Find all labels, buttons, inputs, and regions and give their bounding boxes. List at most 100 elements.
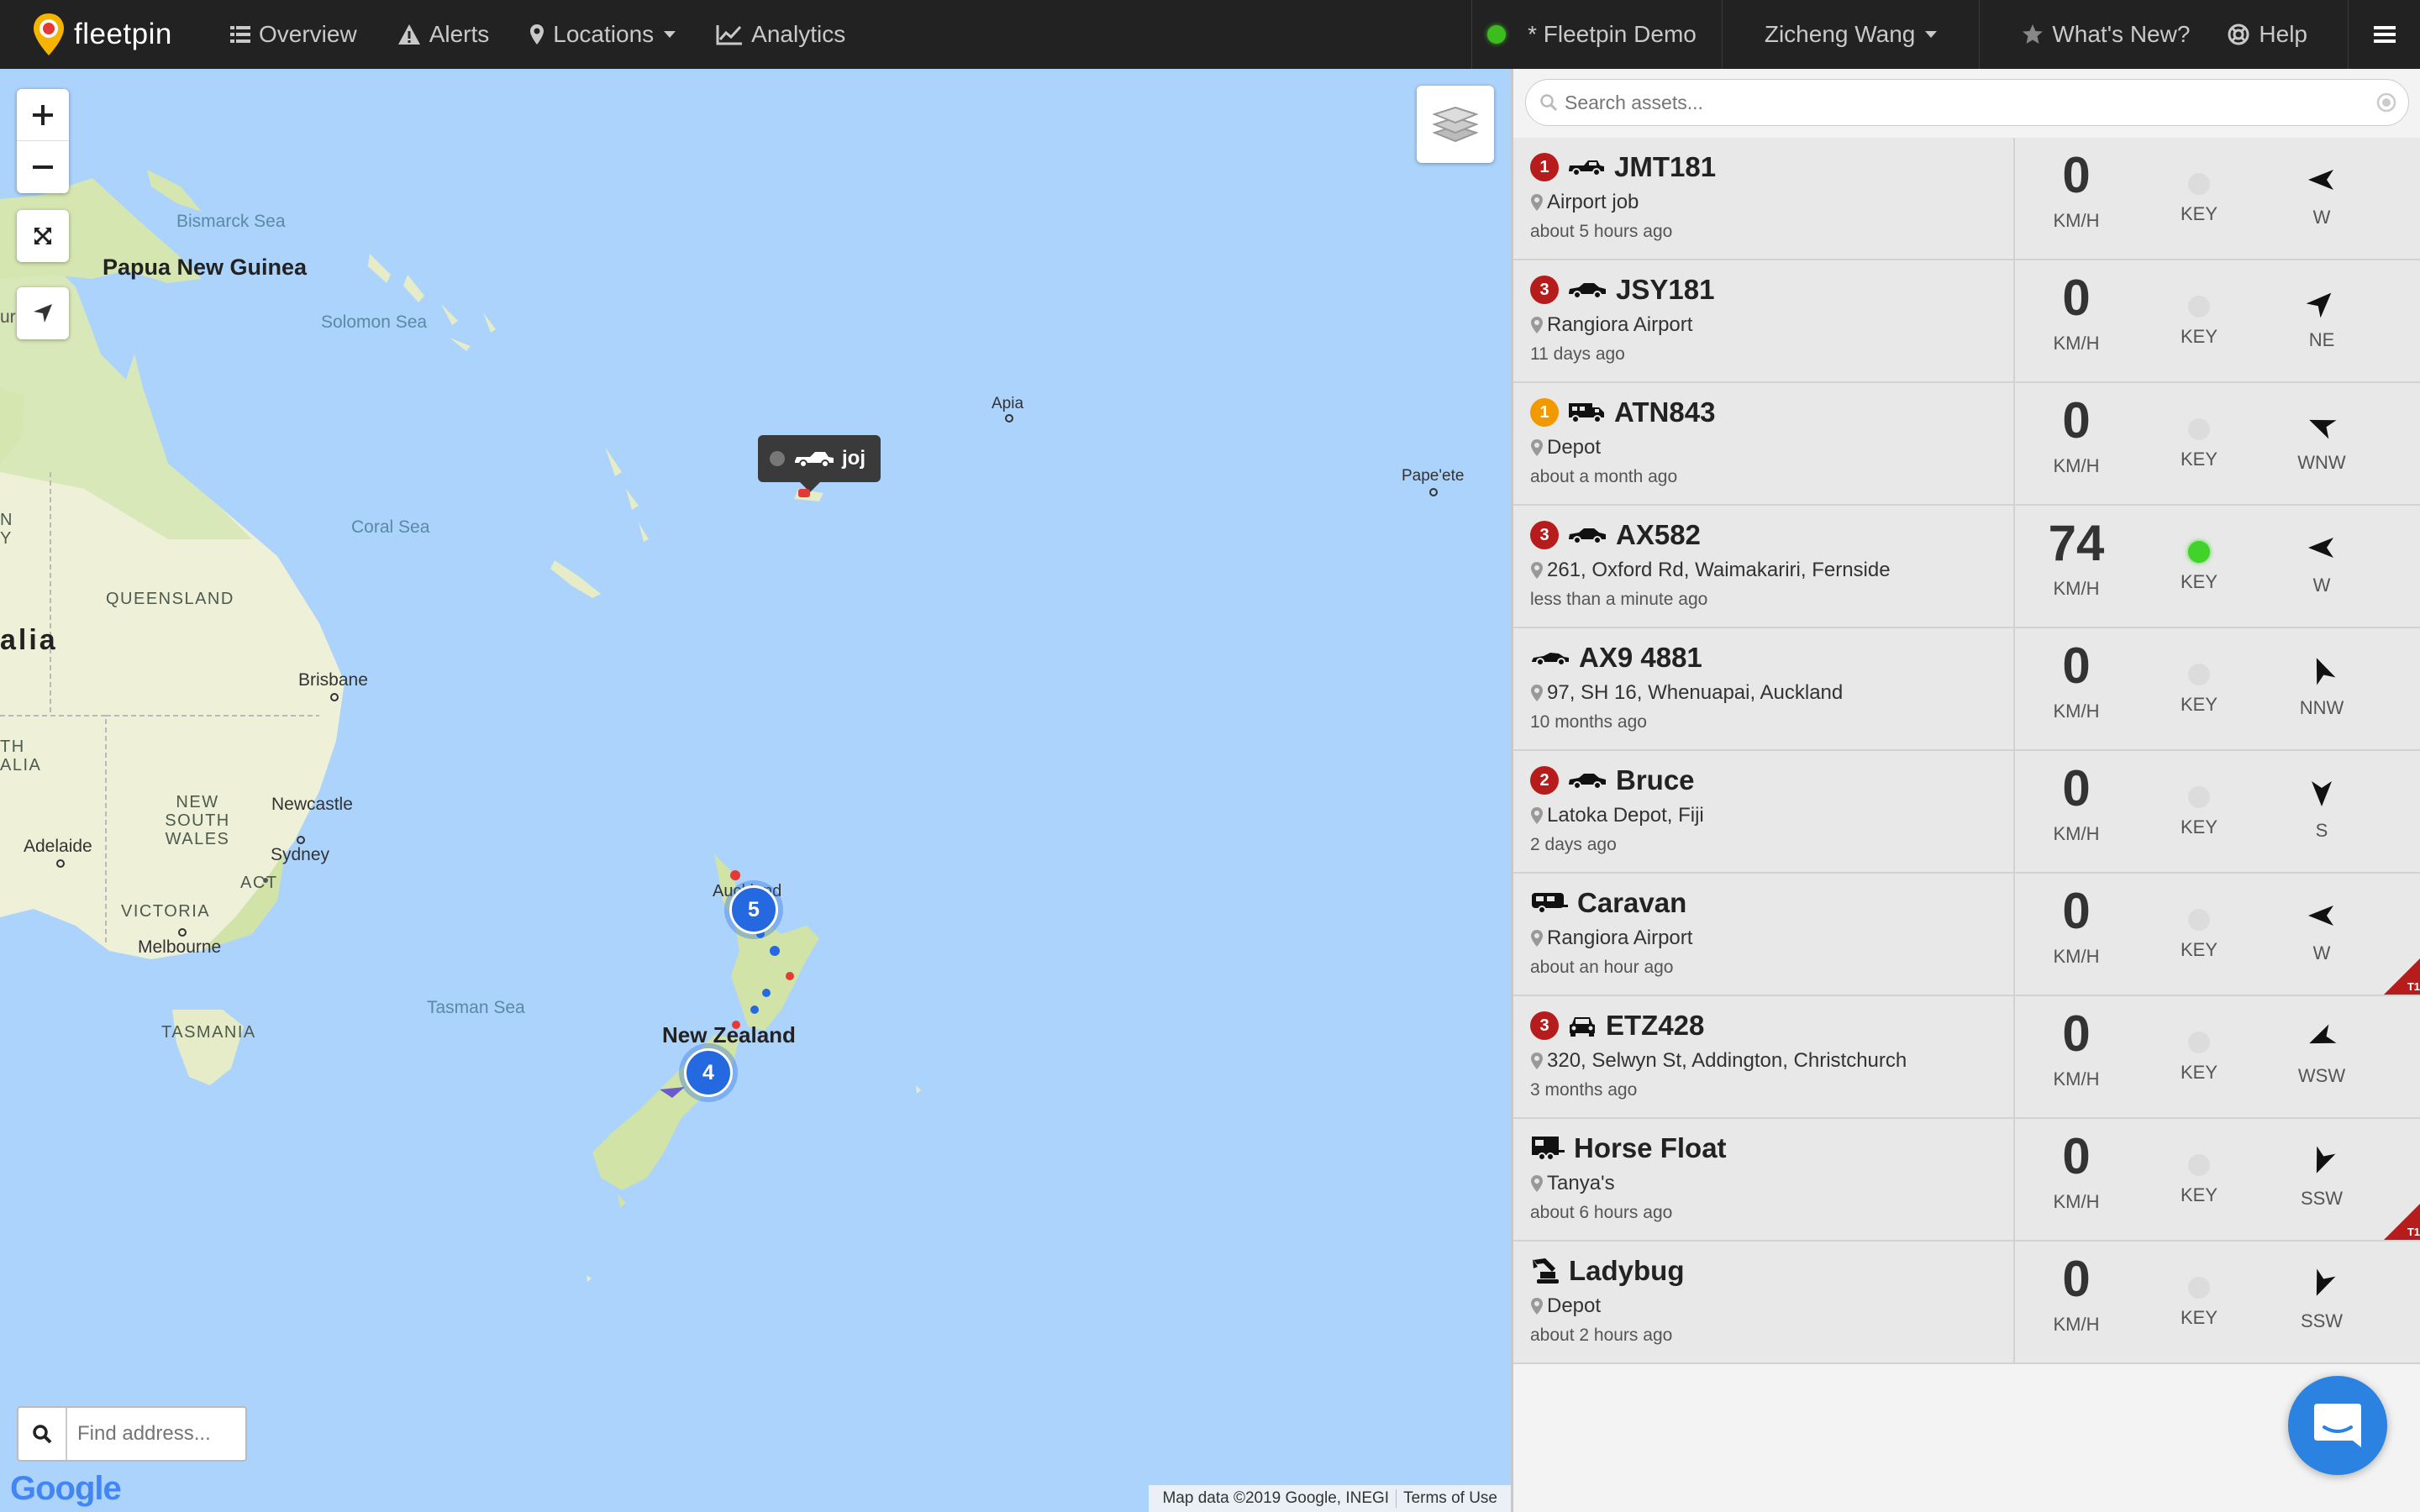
asset-cluster-marker[interactable]: 4 [684,1048,733,1097]
fullscreen-button[interactable] [17,210,69,262]
asset-title: 3 ETZ428 [1530,1008,2013,1043]
asset-name: Caravan [1577,887,1687,918]
hamburger-menu-button[interactable] [2348,0,2420,69]
user-menu[interactable]: Zicheng Wang [1721,0,1980,69]
search-icon[interactable] [18,1408,67,1460]
asset-row[interactable]: Caravan Rangiora Airport about an hour a… [1513,874,2420,996]
ignition-status-dot [2188,786,2210,808]
asset-row[interactable]: 1 ATN843 Depot about a month ago 0 KM/H … [1513,383,2420,506]
zoom-in-button[interactable] [17,89,69,141]
heading-arrow-icon [2305,776,2338,810]
asset-last-seen: 2 days ago [1530,835,1617,854]
asset-info[interactable]: 2 Bruce Latoka Depot, Fiji 2 days ago [1513,751,2015,874]
asset-row[interactable]: Horse Float Tanya's about 6 hours ago 0 … [1513,1119,2420,1242]
asset-info[interactable]: 3 JSY181 Rangiora Airport 11 days ago [1513,260,2015,383]
asset-location: 97, SH 16, Whenuapai, Auckland [1530,679,2013,707]
map-layers-button[interactable] [1417,86,1494,163]
asset-info[interactable]: 1 JMT181 Airport job about 5 hours ago [1513,138,2015,260]
asset-location: Rangiora Airport [1530,924,2013,953]
locate-me-button[interactable] [17,287,69,339]
asset-row[interactable]: 2 Bruce Latoka Depot, Fiji 2 days ago 0 … [1513,751,2420,874]
asset-search-input[interactable] [1565,91,2376,114]
brand-logo[interactable]: fleetpin [0,0,210,69]
speed-metric: 0 KM/H [2015,383,2138,506]
alert-count-badge[interactable]: 1 [1530,398,1559,427]
terms-of-use-link[interactable]: Terms of Use [1396,1489,1504,1508]
speed-value: 0 [2062,638,2091,694]
asset-cluster-marker[interactable]: 5 [729,885,778,934]
warning-icon [397,24,420,45]
alert-count-badge[interactable]: 3 [1530,276,1559,304]
speed-metric: 74 KM/H [2015,506,2138,628]
horse-float-icon [1530,1135,1565,1162]
heading-arrow-icon [2305,1144,2338,1178]
asset-title: Ladybug [1530,1253,2013,1289]
heading-arrow-icon [2305,654,2338,687]
heading-label: WNW [2297,452,2346,473]
asset-info[interactable]: 1 ATN843 Depot about a month ago [1513,383,2015,506]
heading-metric: W [2260,874,2383,996]
label-australia: alia [0,624,58,656]
label-new-zealand: New Zealand [662,1022,796,1047]
heading-metric: SSW [2260,1119,2383,1242]
alert-count-badge[interactable]: 1 [1530,153,1559,181]
heading-label: W [2312,207,2331,228]
asset-row[interactable]: 1 JMT181 Airport job about 5 hours ago 0… [1513,138,2420,260]
asset-row[interactable]: 3 ETZ428 320, Selwyn St, Addington, Chri… [1513,996,2420,1119]
chat-launcher-button[interactable] [2288,1376,2387,1475]
asset-location-text: Latoka Depot, Fiji [1547,804,1704,827]
heading-metric: W [2260,138,2383,260]
whats-new-link[interactable]: What's New? [1979,0,2210,69]
key-label: KEY [2180,203,2218,224]
speed-metric: 0 KM/H [2015,1242,2138,1364]
nav-locations[interactable]: Locations [509,0,696,69]
heading-arrow-icon [2305,531,2338,564]
asset-name: Bruce [1616,764,1695,795]
alert-count-badge[interactable]: 3 [1530,521,1559,549]
label-apia: Apia [992,395,1024,412]
hamburger-icon [2373,26,2396,43]
alert-count-badge[interactable]: 2 [1530,766,1559,795]
help-link[interactable]: Help [2210,0,2348,69]
asset-map-tooltip[interactable]: joj [758,435,881,492]
asset-info[interactable]: Ladybug Depot about 2 hours ago [1513,1242,2015,1364]
brand-name: fleetpin [74,18,172,50]
asset-row[interactable]: AX9 4881 97, SH 16, Whenuapai, Auckland … [1513,628,2420,751]
label-bismarck-sea: Bismarck Sea [176,212,286,231]
find-address-input[interactable] [77,1422,245,1446]
nav-analytics-label: Analytics [751,21,846,47]
key-label: KEY [2180,1307,2218,1328]
speed-value: 0 [2062,883,2091,939]
asset-row[interactable]: Ladybug Depot about 2 hours ago 0 KM/H K… [1513,1242,2420,1364]
label-queensland: QUEENSLAND [106,590,234,608]
asset-row[interactable]: 3 JSY181 Rangiora Airport 11 days ago 0 … [1513,260,2420,383]
locate-control [17,287,69,339]
heading-label: SSW [2300,1188,2344,1209]
zoom-out-button[interactable] [17,141,69,193]
label-victoria: VICTORIA [121,902,211,921]
clear-search-icon[interactable] [2376,92,2396,113]
asset-info[interactable]: AX9 4881 97, SH 16, Whenuapai, Auckland … [1513,628,2015,751]
ignition-metric: KEY [2138,628,2260,751]
asset-last-seen: about 5 hours ago [1530,222,1673,241]
nav-overview[interactable]: Overview [210,0,377,69]
asset-marker[interactable] [798,489,810,497]
alert-count-badge[interactable]: 3 [1530,1011,1559,1040]
asset-info[interactable]: Horse Float Tanya's about 6 hours ago [1513,1119,2015,1242]
label-tasmania: TASMANIA [161,1023,256,1042]
nav-analytics[interactable]: Analytics [696,0,865,69]
nav-alerts[interactable]: Alerts [377,0,510,69]
asset-row[interactable]: 3 AX582 261, Oxford Rd, Waimakariri, Fer… [1513,506,2420,628]
heading-label: S [2315,820,2328,841]
label-edge-ur: ur [0,307,16,327]
nav-alerts-label: Alerts [429,21,490,47]
lifebuoy-icon [2228,24,2249,45]
account-switcher[interactable]: * Fleetpin Demo [1471,0,1722,69]
map-view[interactable]: Bismarck Sea Solomon Sea Coral Sea Tasma… [0,69,1511,1512]
asset-info[interactable]: 3 AX582 261, Oxford Rd, Waimakariri, Fer… [1513,506,2015,628]
asset-location-text: Airport job [1547,191,1639,213]
truck-icon [1567,401,1606,424]
asset-info[interactable]: 3 ETZ428 320, Selwyn St, Addington, Chri… [1513,996,2015,1119]
asset-info[interactable]: Caravan Rangiora Airport about an hour a… [1513,874,2015,996]
map-marker-icon [1531,1053,1543,1069]
